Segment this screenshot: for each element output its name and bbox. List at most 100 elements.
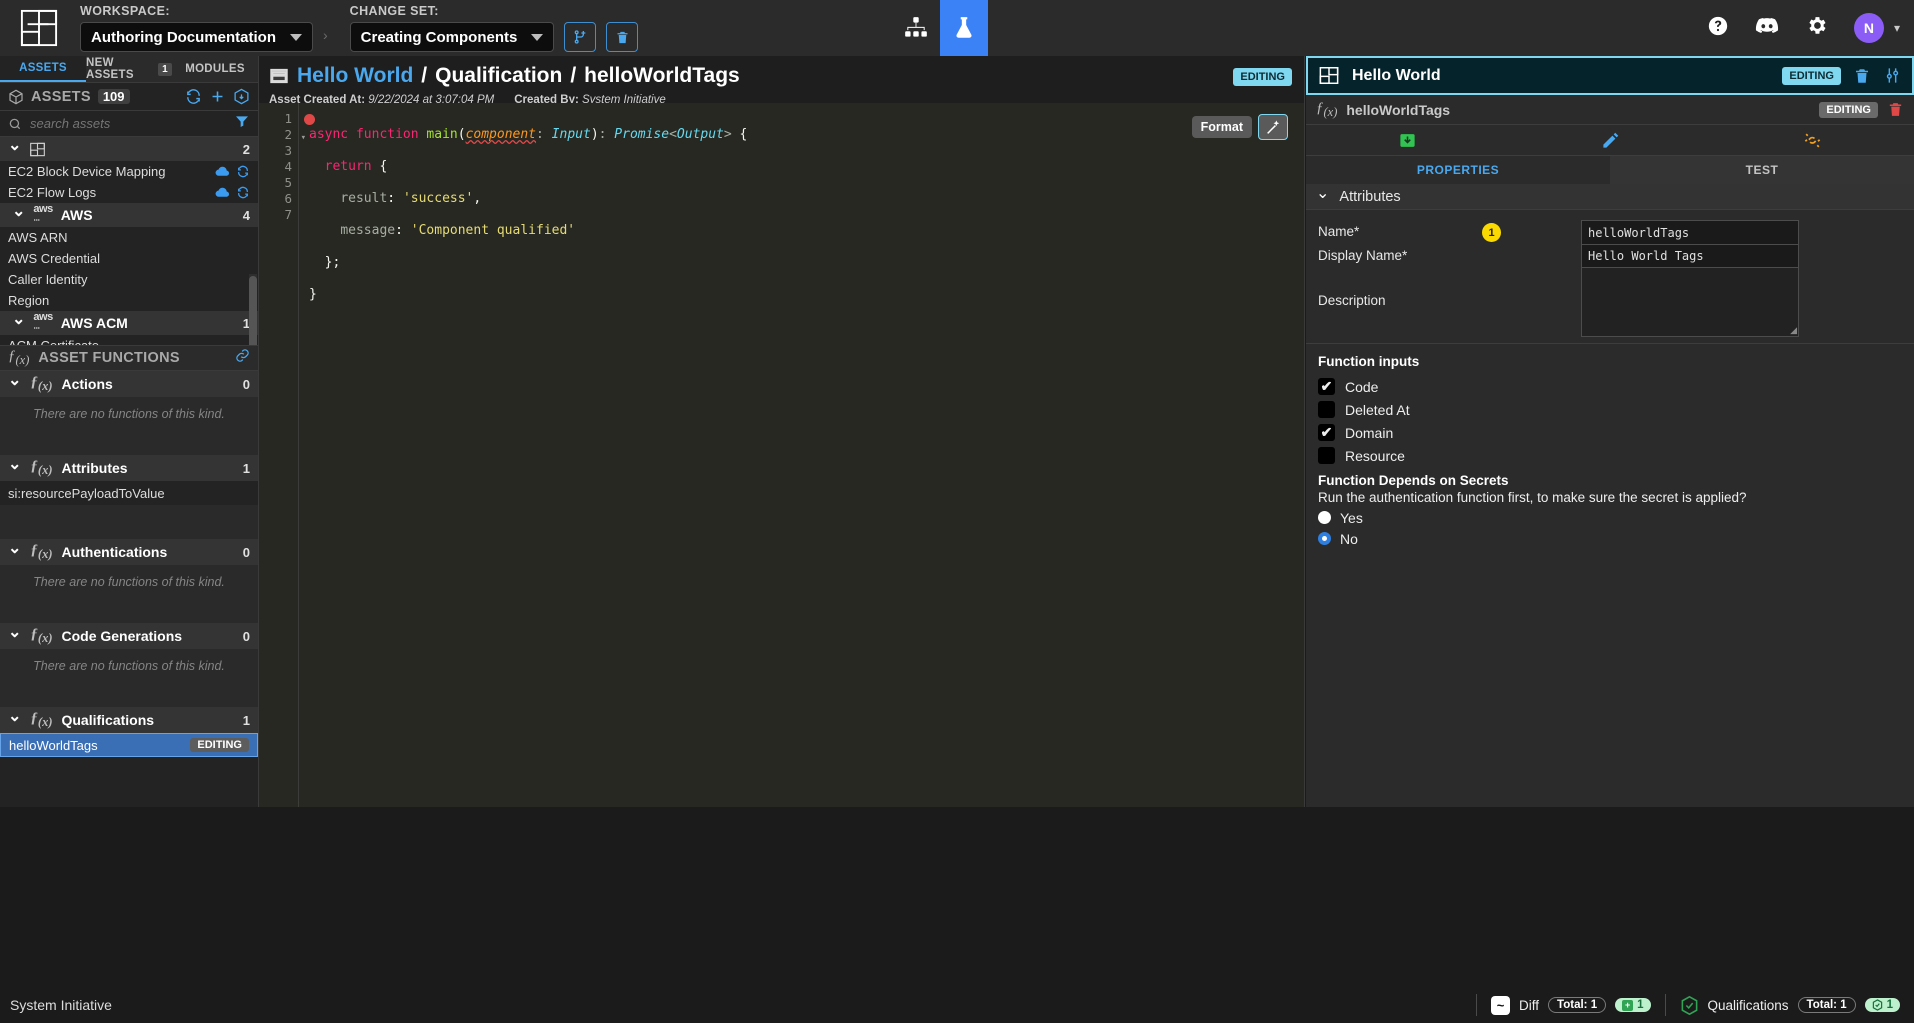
function-fx-icon: ƒ(x) (30, 542, 53, 561)
gear-icon (1809, 17, 1826, 34)
code-editor[interactable]: 1 2 ▾ 3 4 5 6 7 async function main(compo… (259, 103, 1304, 807)
tab-modules[interactable]: MODULES (172, 56, 258, 82)
tab-new-assets-badge: 1 (158, 62, 172, 76)
edit-function-button[interactable] (1509, 125, 1712, 155)
checkbox-row-resource[interactable]: Resource (1318, 444, 1902, 467)
tree-group-root[interactable]: ⌄ 2 (0, 137, 258, 161)
tab-properties[interactable]: PROPERTIES (1306, 156, 1610, 184)
fn-section-code-generations[interactable]: ⌄ ƒ(x) Code Generations 0 (0, 623, 258, 649)
radio-no-label: No (1340, 530, 1358, 547)
status-qualifications[interactable]: Qualifications Total: 1 1 (1664, 994, 1914, 1016)
cloud-icon (215, 166, 230, 176)
function-fx-icon: ƒ(x) (30, 374, 53, 393)
fn-section-qualifications[interactable]: ⌄ ƒ(x) Qualifications 1 (0, 707, 258, 733)
fn-section-code-generations-count: 0 (242, 628, 250, 644)
code-content[interactable]: async function main(component: Input): P… (299, 103, 1304, 807)
fn-section-attributes[interactable]: ⌄ ƒ(x) Attributes 1 (0, 455, 258, 481)
checkbox-row-deleted-at[interactable]: Deleted At (1318, 398, 1902, 421)
display-name-field[interactable]: Hello World Tags (1581, 244, 1799, 268)
attributes-section-header[interactable]: ⌄ Attributes (1306, 184, 1914, 210)
checkbox-domain[interactable]: ✔ (1318, 424, 1335, 441)
function-title-bar: ƒ(x) helloWorldTags EDITING (1306, 95, 1914, 125)
assets-count: 109 (97, 89, 130, 104)
workspace-select[interactable]: Authoring Documentation (80, 22, 313, 52)
install-module-button[interactable] (233, 88, 250, 105)
tab-test[interactable]: TEST (1610, 156, 1914, 184)
attach-function-button[interactable] (235, 348, 250, 368)
asset-settings-button[interactable] (1883, 66, 1902, 85)
search-input[interactable] (30, 116, 226, 131)
function-name: helloWorldTags (1346, 101, 1451, 118)
user-avatar[interactable]: N (1853, 13, 1884, 43)
trash-icon (617, 31, 628, 43)
tree-group-aws-count: 4 (242, 207, 250, 223)
delete-function-button[interactable] (1887, 101, 1904, 118)
discord-button[interactable] (1755, 16, 1779, 41)
status-qual-passed: 1 (1864, 998, 1900, 1012)
fold-arrow-icon[interactable]: ▾ (301, 130, 306, 146)
delete-changeset-button[interactable] (606, 22, 639, 52)
tree-item-aws-credential[interactable]: AWS Credential (0, 248, 258, 269)
asset-tree-scrollbar[interactable] (249, 274, 257, 345)
customize-view-button[interactable] (940, 0, 988, 56)
status-diff-total: Total: 1 (1548, 997, 1607, 1013)
resize-handle-icon[interactable]: ◢ (1790, 326, 1797, 335)
changeset-select[interactable]: Creating Components (349, 22, 555, 52)
app-logo[interactable] (14, 8, 64, 48)
fn-section-authentications[interactable]: ⌄ ƒ(x) Authentications 0 (0, 539, 258, 565)
checkbox-deleted-at[interactable] (1318, 401, 1335, 418)
tree-item-acm-certificate[interactable]: ACM Certificate (0, 335, 258, 345)
tree-group-aws[interactable]: ⌄ aws ⋅⋅⋅ AWS 4 (0, 203, 258, 227)
code-line-2: return { (324, 159, 388, 174)
tab-assets[interactable]: ASSETS (0, 56, 86, 82)
delete-asset-button[interactable] (1853, 67, 1871, 85)
line-number: 7 (284, 207, 292, 222)
checkbox-code-label: Code (1345, 378, 1379, 395)
avatar-chevron-down-icon[interactable]: ▾ (1894, 21, 1900, 35)
fn-item-resource-payload-to-value[interactable]: si:resourcePayloadToValue (0, 481, 258, 505)
asset-functions-title: ASSET FUNCTIONS (38, 350, 180, 366)
scrollbar-thumb[interactable] (249, 276, 257, 345)
description-field[interactable]: ◢ (1581, 268, 1799, 337)
checkbox-code[interactable]: ✔ (1318, 378, 1335, 395)
fn-section-actions[interactable]: ⌄ ƒ(x) Actions 0 (0, 371, 258, 397)
format-button[interactable]: Format (1191, 116, 1252, 138)
tree-item-label: Caller Identity (8, 272, 88, 287)
detach-function-button[interactable] (1711, 125, 1914, 155)
model-view-button[interactable] (892, 0, 940, 56)
fn-item-hello-world-tags[interactable]: helloWorldTags EDITING (0, 733, 258, 757)
format-code-icon-button[interactable] (1258, 114, 1288, 140)
breadcrumb-kind: Qualification (435, 64, 563, 87)
checkbox-row-code[interactable]: ✔ Code (1318, 375, 1902, 398)
tree-item-label: EC2 Flow Logs (8, 185, 97, 200)
help-button[interactable] (1707, 15, 1729, 42)
tree-item-region[interactable]: Region (0, 290, 258, 311)
chevron-down-icon: ⌄ (8, 456, 22, 473)
execute-function-button[interactable] (1306, 125, 1509, 155)
name-field[interactable]: helloWorldTags (1581, 220, 1799, 244)
tab-new-assets[interactable]: NEW ASSETS 1 (86, 56, 172, 82)
radio-no[interactable] (1318, 532, 1331, 545)
line-number: 5 (284, 175, 292, 190)
tree-group-aws-acm[interactable]: ⌄ aws ⋅⋅⋅ AWS ACM 1 (0, 311, 258, 335)
tree-item-ec2-block-device-mapping[interactable]: EC2 Block Device Mapping (0, 161, 258, 182)
code-line-6: } (309, 287, 317, 302)
chevron-down-icon (289, 33, 302, 41)
merge-changeset-button[interactable] (564, 22, 597, 52)
checkbox-resource[interactable] (1318, 447, 1335, 464)
checkbox-row-domain[interactable]: ✔ Domain (1318, 421, 1902, 444)
tree-item-label: AWS Credential (8, 251, 100, 266)
radio-yes[interactable] (1318, 511, 1331, 524)
add-asset-button[interactable] (209, 88, 226, 105)
filter-icon[interactable] (234, 113, 250, 134)
settings-button[interactable] (1805, 14, 1828, 42)
radio-row-yes[interactable]: Yes (1318, 509, 1902, 526)
tree-item-ec2-flow-logs[interactable]: EC2 Flow Logs (0, 182, 258, 203)
status-diff[interactable]: ~ Diff Total: 1 + 1 (1476, 994, 1664, 1016)
tree-item-aws-arn[interactable]: AWS ARN (0, 227, 258, 248)
tree-item-caller-identity[interactable]: Caller Identity (0, 269, 258, 290)
refresh-assets-button[interactable] (185, 88, 202, 105)
radio-row-no[interactable]: No (1318, 530, 1902, 547)
breadcrumb-asset[interactable]: Hello World (297, 64, 413, 88)
